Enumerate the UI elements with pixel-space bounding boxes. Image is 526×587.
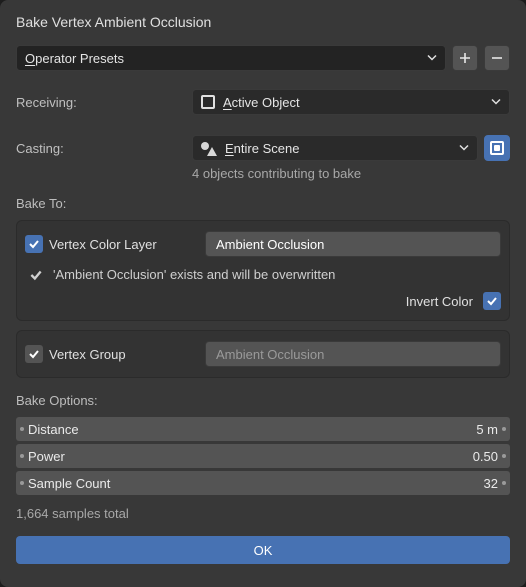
- bake-to-group: Vertex Color Layer Ambient Occlusion 'Am…: [16, 220, 510, 321]
- selection-icon: [490, 141, 504, 155]
- receiving-label: Receiving:: [16, 95, 186, 110]
- vertex-group-group: Vertex Group Ambient Occlusion: [16, 330, 510, 378]
- check-icon: [28, 348, 40, 360]
- invert-color-label: Invert Color: [406, 294, 473, 309]
- chevron-down-icon: [459, 141, 469, 156]
- vertex-color-layer-label: Vertex Color Layer: [49, 237, 199, 252]
- bake-ao-panel: Bake Vertex Ambient Occlusion Operator P…: [0, 0, 526, 587]
- check-icon: [486, 295, 498, 307]
- check-icon: [29, 268, 43, 282]
- invert-color-checkbox[interactable]: [483, 292, 501, 310]
- drag-handle-icon: [502, 454, 506, 458]
- vertex-color-layer-checkbox[interactable]: [25, 235, 43, 253]
- check-icon: [28, 238, 40, 250]
- vcol-exists-note: 'Ambient Occlusion' exists and will be o…: [53, 267, 335, 282]
- bake-options-label: Bake Options:: [16, 393, 510, 408]
- drag-handle-icon: [20, 481, 24, 485]
- drag-handle-icon: [20, 427, 24, 431]
- vertex-color-layer-input[interactable]: Ambient Occlusion: [205, 231, 501, 257]
- casting-label: Casting:: [16, 141, 186, 156]
- vertex-group-checkbox[interactable]: [25, 345, 43, 363]
- preset-remove-button[interactable]: [484, 45, 510, 71]
- sample-count-slider[interactable]: Sample Count 32: [16, 471, 510, 495]
- preset-add-button[interactable]: [452, 45, 478, 71]
- minus-icon: [491, 52, 503, 64]
- object-icon: [201, 95, 215, 109]
- receiving-dropdown[interactable]: Active Object: [192, 89, 510, 115]
- vertex-group-input[interactable]: Ambient Occlusion: [205, 341, 501, 367]
- drag-handle-icon: [20, 454, 24, 458]
- casting-note: 4 objects contributing to bake: [192, 166, 361, 181]
- restrict-selection-button[interactable]: [484, 135, 510, 161]
- ok-button[interactable]: OK: [16, 536, 510, 564]
- bake-to-label: Bake To:: [16, 196, 510, 211]
- vertex-group-label: Vertex Group: [49, 347, 199, 362]
- distance-slider[interactable]: Distance 5 m: [16, 417, 510, 441]
- operator-presets-dropdown[interactable]: Operator Presets: [16, 45, 446, 71]
- plus-icon: [459, 52, 471, 64]
- chevron-down-icon: [427, 51, 437, 66]
- scene-icon: [201, 140, 217, 156]
- panel-title: Bake Vertex Ambient Occlusion: [16, 14, 510, 30]
- drag-handle-icon: [502, 427, 506, 431]
- samples-summary: 1,664 samples total: [16, 506, 510, 521]
- power-slider[interactable]: Power 0.50: [16, 444, 510, 468]
- chevron-down-icon: [491, 95, 501, 110]
- drag-handle-icon: [502, 481, 506, 485]
- casting-dropdown[interactable]: Entire Scene: [192, 135, 478, 161]
